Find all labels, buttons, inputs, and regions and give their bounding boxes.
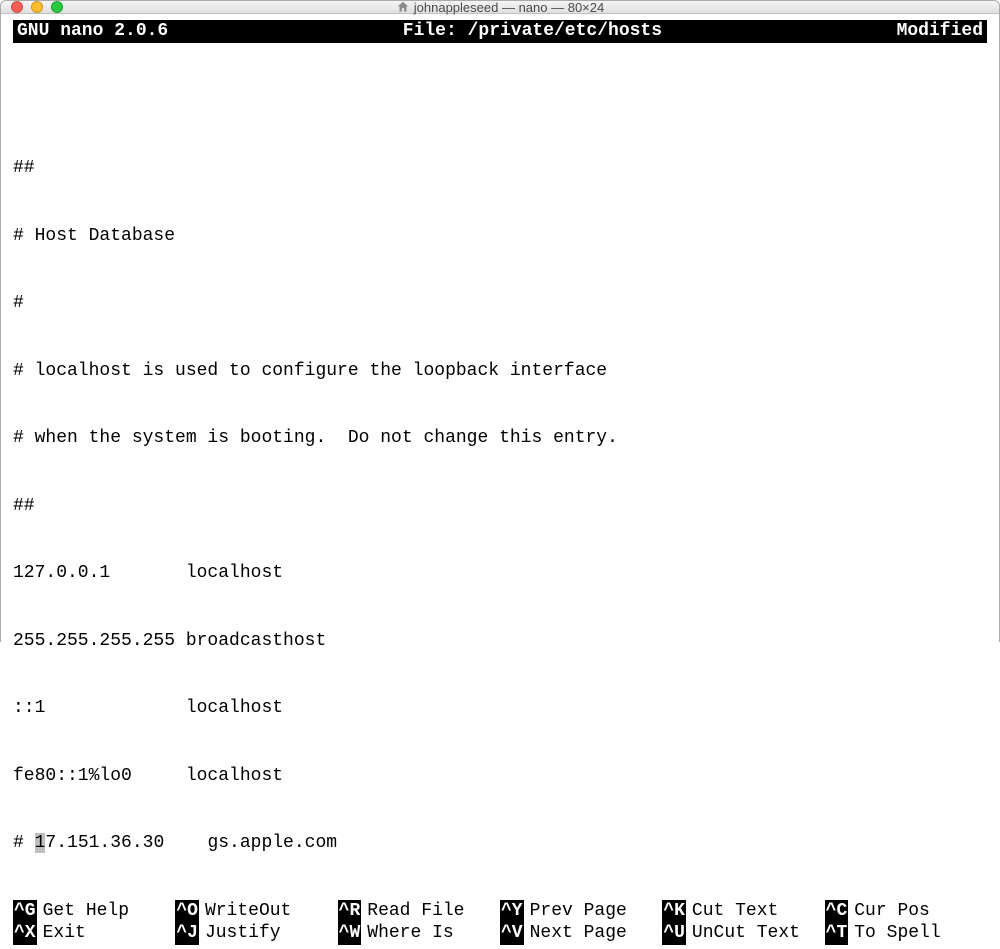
shortcut-justify[interactable]: ^J Justify [175, 922, 337, 945]
cursor: 1 [35, 833, 46, 853]
shortcut-prev-page[interactable]: ^Y Prev Page [500, 900, 662, 923]
shortcut-label: Where Is [367, 922, 453, 945]
close-button[interactable] [11, 1, 23, 13]
minimize-button[interactable] [31, 1, 43, 13]
shortcut-uncut-text[interactable]: ^U UnCut Text [662, 922, 824, 945]
cursor-line: # 17.151.36.30 gs.apple.com [13, 832, 987, 855]
shortcut-key: ^C [825, 900, 849, 923]
shortcut-label: Cut Text [692, 900, 778, 923]
shortcut-key: ^G [13, 900, 37, 923]
shortcut-key: ^J [175, 922, 199, 945]
shortcut-label: Get Help [43, 900, 129, 923]
nano-header-bar: GNU nano 2.0.6 File: /private/etc/hosts … [13, 20, 987, 43]
shortcut-label: Cur Pos [854, 900, 930, 923]
shortcut-key: ^W [338, 922, 362, 945]
shortcut-label: Exit [43, 922, 86, 945]
content-line: # Host Database [13, 225, 987, 248]
nano-version: GNU nano 2.0.6 [17, 20, 168, 43]
shortcut-cut-text[interactable]: ^K Cut Text [662, 900, 824, 923]
content-line: 255.255.255.255 broadcasthost [13, 630, 987, 653]
maximize-button[interactable] [51, 1, 63, 13]
empty-line [13, 90, 987, 113]
shortcut-writeout[interactable]: ^O WriteOut [175, 900, 337, 923]
shortcut-next-page[interactable]: ^V Next Page [500, 922, 662, 945]
terminal-window: johnappleseed — nano — 80×24 GNU nano 2.… [0, 0, 1000, 642]
content-line: ## [13, 495, 987, 518]
shortcut-key: ^X [13, 922, 37, 945]
titlebar: johnappleseed — nano — 80×24 [1, 1, 999, 14]
cursor-line-suffix: 7.151.36.30 gs.apple.com [45, 833, 337, 853]
nano-file-path: File: /private/etc/hosts [168, 20, 896, 43]
cursor-line-prefix: # [13, 833, 35, 853]
content-line: # when the system is booting. Do not cha… [13, 427, 987, 450]
nano-shortcuts: ^G Get Help ^O WriteOut ^R Read File ^Y … [13, 900, 987, 945]
nano-modified-status: Modified [897, 20, 983, 43]
shortcut-key: ^V [500, 922, 524, 945]
shortcut-label: Justify [205, 922, 281, 945]
shortcut-label: Prev Page [530, 900, 627, 923]
content-line: 127.0.0.1 localhost [13, 562, 987, 585]
shortcut-label: To Spell [854, 922, 940, 945]
content-line: fe80::1%lo0 localhost [13, 765, 987, 788]
shortcut-get-help[interactable]: ^G Get Help [13, 900, 175, 923]
shortcut-key: ^U [662, 922, 686, 945]
terminal-area[interactable]: GNU nano 2.0.6 File: /private/etc/hosts … [1, 14, 999, 949]
shortcut-where-is[interactable]: ^W Where Is [338, 922, 500, 945]
shortcut-label: WriteOut [205, 900, 291, 923]
shortcut-key: ^R [338, 900, 362, 923]
editor-content[interactable]: ## # Host Database # # localhost is used… [13, 45, 987, 900]
home-icon [396, 0, 410, 14]
shortcut-exit[interactable]: ^X Exit [13, 922, 175, 945]
shortcut-row-1: ^G Get Help ^O WriteOut ^R Read File ^Y … [13, 900, 987, 923]
shortcut-read-file[interactable]: ^R Read File [338, 900, 500, 923]
content-line: ## [13, 157, 987, 180]
shortcut-label: UnCut Text [692, 922, 800, 945]
shortcut-label: Read File [367, 900, 464, 923]
content-line: # localhost is used to configure the loo… [13, 360, 987, 383]
shortcut-cur-pos[interactable]: ^C Cur Pos [825, 900, 987, 923]
content-line: # [13, 292, 987, 315]
shortcut-row-2: ^X Exit ^J Justify ^W Where Is ^V Next P… [13, 922, 987, 945]
shortcut-key: ^T [825, 922, 849, 945]
traffic-lights [1, 1, 63, 13]
shortcut-key: ^K [662, 900, 686, 923]
content-line: ::1 localhost [13, 697, 987, 720]
window-title: johnappleseed — nano — 80×24 [414, 0, 604, 15]
shortcut-label: Next Page [530, 922, 627, 945]
window-title-container: johnappleseed — nano — 80×24 [1, 0, 999, 15]
shortcut-key: ^Y [500, 900, 524, 923]
shortcut-key: ^O [175, 900, 199, 923]
shortcut-to-spell[interactable]: ^T To Spell [825, 922, 987, 945]
